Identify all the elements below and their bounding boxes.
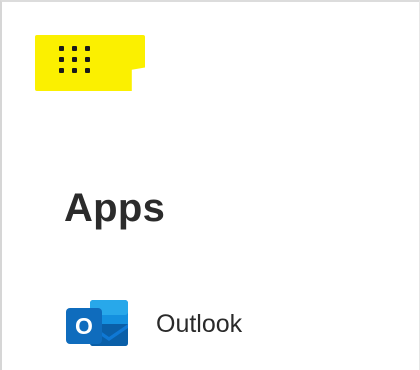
waffle-dot [85,68,90,73]
app-label-outlook: Outlook [156,309,243,338]
waffle-dot [85,46,90,51]
waffle-dot [72,57,77,62]
app-item-outlook[interactable]: O Outlook [62,294,362,354]
waffle-dot [72,68,77,73]
waffle-dot [59,68,64,73]
svg-text:O: O [75,313,93,339]
waffle-dot [59,57,64,62]
waffle-dot [85,57,90,62]
waffle-dot [72,46,77,51]
apps-panel: Apps O Outlook [0,0,420,370]
apps-heading: Apps [64,186,166,230]
outlook-icon: O [62,294,132,354]
app-launcher-waffle-icon[interactable] [59,46,99,78]
waffle-dot [59,46,64,51]
